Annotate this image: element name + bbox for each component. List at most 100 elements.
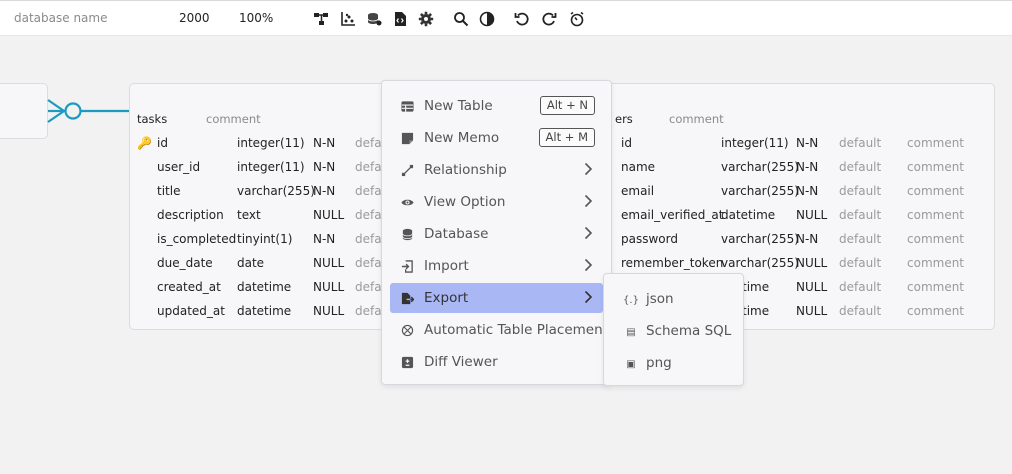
column-name[interactable]: email bbox=[621, 184, 654, 198]
table-column-row[interactable]: id integer(11) N-N default comment bbox=[601, 136, 994, 160]
menu-item-new-table[interactable]: New Table Alt + N bbox=[390, 91, 603, 121]
column-name[interactable]: updated_at bbox=[157, 304, 225, 318]
column-type[interactable]: integer(11) bbox=[721, 136, 789, 150]
table-name[interactable]: tasks bbox=[137, 112, 167, 126]
table-column-row[interactable]: user_id integer(11) N-N defau bbox=[130, 160, 389, 184]
column-comment[interactable]: comment bbox=[907, 280, 964, 294]
contrast-icon[interactable] bbox=[478, 10, 496, 28]
column-comment[interactable]: comment bbox=[907, 160, 964, 174]
database-icon[interactable] bbox=[365, 10, 383, 28]
column-comment[interactable]: comment bbox=[907, 304, 964, 318]
column-nullable[interactable]: NULL bbox=[796, 280, 827, 294]
table-column-row[interactable]: name varchar(255) N-N default comment bbox=[601, 160, 994, 184]
column-nullable[interactable]: N-N bbox=[313, 136, 335, 150]
table-column-row[interactable]: title varchar(255) N-N defau bbox=[130, 184, 389, 208]
column-nullable[interactable]: NULL bbox=[796, 208, 827, 222]
timer-icon[interactable] bbox=[568, 10, 586, 28]
column-default[interactable]: default bbox=[839, 256, 881, 270]
column-nullable[interactable]: NULL bbox=[313, 280, 344, 294]
table-column-row[interactable]: email varchar(255) N-N default comment bbox=[601, 184, 994, 208]
column-default[interactable]: default bbox=[839, 136, 881, 150]
table-column-row[interactable]: description text NULL defau bbox=[130, 208, 389, 232]
table-column-row[interactable]: is_completed tinyint(1) N-N defau bbox=[130, 232, 389, 256]
undo-icon[interactable] bbox=[513, 10, 531, 28]
menu-item-view-option[interactable]: View Option bbox=[390, 187, 603, 217]
table-column-row[interactable]: email_verified_at datetime NULL default comm… bbox=[601, 208, 994, 232]
column-default[interactable]: default bbox=[839, 280, 881, 294]
search-icon[interactable] bbox=[452, 10, 470, 28]
export-schema-sql[interactable]: ▤ Schema SQL bbox=[612, 316, 735, 346]
column-default[interactable]: default bbox=[839, 304, 881, 318]
column-name[interactable]: due_date bbox=[157, 256, 213, 270]
column-default[interactable]: default bbox=[839, 232, 881, 246]
canvas-size-input[interactable]: 2000 bbox=[179, 11, 210, 25]
menu-item-new-memo[interactable]: New Memo Alt + M bbox=[390, 123, 603, 153]
menu-item-automatic-table-placement[interactable]: Automatic Table Placement bbox=[390, 315, 608, 345]
column-name[interactable]: title bbox=[157, 184, 180, 198]
column-name[interactable]: user_id bbox=[157, 160, 200, 174]
column-comment[interactable]: comment bbox=[907, 256, 964, 270]
column-type[interactable]: text bbox=[237, 208, 261, 222]
column-comment[interactable]: comment bbox=[907, 208, 964, 222]
column-type[interactable]: integer(11) bbox=[237, 136, 305, 150]
column-type[interactable]: datetime bbox=[721, 208, 775, 222]
gear-icon[interactable] bbox=[417, 10, 435, 28]
column-type[interactable]: varchar(255) bbox=[721, 160, 799, 174]
table-column-row[interactable]: due_date date NULL defau bbox=[130, 256, 389, 280]
column-type[interactable]: integer(11) bbox=[237, 160, 305, 174]
column-nullable[interactable]: N-N bbox=[313, 160, 335, 174]
relationship-tree-icon[interactable] bbox=[312, 10, 330, 28]
column-nullable[interactable]: NULL bbox=[313, 256, 344, 270]
table-column-row[interactable]: created_at datetime NULL defau bbox=[130, 280, 389, 304]
column-nullable[interactable]: N-N bbox=[313, 184, 335, 198]
column-default[interactable]: default bbox=[839, 184, 881, 198]
column-type[interactable]: datetime bbox=[237, 304, 291, 318]
column-nullable[interactable]: NULL bbox=[313, 304, 344, 318]
table-column-row[interactable]: updated_at datetime NULL defau bbox=[130, 304, 389, 328]
column-comment[interactable]: comment bbox=[907, 232, 964, 246]
column-type[interactable]: time bbox=[742, 304, 769, 318]
column-type[interactable]: datetime bbox=[237, 280, 291, 294]
export-png[interactable]: ▣ png bbox=[612, 348, 735, 378]
table-comment[interactable]: comment bbox=[669, 112, 724, 126]
column-type[interactable]: varchar(255) bbox=[721, 184, 799, 198]
export-json[interactable]: {.} json bbox=[612, 284, 735, 314]
menu-item-diff-viewer[interactable]: Diff Viewer bbox=[390, 347, 603, 377]
column-type[interactable]: time bbox=[742, 280, 769, 294]
menu-item-export[interactable]: Export bbox=[390, 283, 603, 313]
table-comment[interactable]: comment bbox=[206, 112, 261, 126]
column-nullable[interactable]: N-N bbox=[796, 160, 818, 174]
column-name[interactable]: is_completed bbox=[157, 232, 236, 246]
menu-item-relationship[interactable]: Relationship bbox=[390, 155, 603, 185]
column-nullable[interactable]: NULL bbox=[796, 304, 827, 318]
column-type[interactable]: varchar(255) bbox=[237, 184, 315, 198]
column-comment[interactable]: comment bbox=[907, 136, 964, 150]
table-column-row[interactable]: 🔑 id integer(11) N-N defau bbox=[130, 136, 389, 160]
offscreen-table[interactable] bbox=[0, 83, 48, 139]
column-name[interactable]: name bbox=[621, 160, 655, 174]
table-tasks[interactable]: tasks comment 🔑 id integer(11) N-N defau user… bbox=[129, 83, 389, 330]
column-name[interactable]: id bbox=[157, 136, 168, 150]
column-nullable[interactable]: N-N bbox=[796, 136, 818, 150]
column-default[interactable]: default bbox=[839, 160, 881, 174]
column-name[interactable]: email_verified_at bbox=[621, 208, 723, 222]
column-nullable[interactable]: N-N bbox=[796, 232, 818, 246]
column-type[interactable]: date bbox=[237, 256, 264, 270]
scatter-chart-icon[interactable] bbox=[339, 10, 357, 28]
menu-item-database[interactable]: Database bbox=[390, 219, 603, 249]
column-comment[interactable]: comment bbox=[907, 184, 964, 198]
redo-icon[interactable] bbox=[540, 10, 558, 28]
column-name[interactable]: description bbox=[157, 208, 224, 222]
column-name[interactable]: created_at bbox=[157, 280, 221, 294]
zoom-input[interactable]: 100% bbox=[239, 11, 273, 25]
column-name[interactable]: remember_token bbox=[621, 256, 723, 270]
column-type[interactable]: varchar(255) bbox=[721, 232, 799, 246]
table-column-row[interactable]: password varchar(255) N-N default comment bbox=[601, 232, 994, 256]
column-nullable[interactable]: NULL bbox=[313, 208, 344, 222]
column-default[interactable]: default bbox=[839, 208, 881, 222]
code-file-icon[interactable] bbox=[391, 10, 409, 28]
database-name-input[interactable]: database name bbox=[14, 11, 107, 25]
column-name[interactable]: password bbox=[621, 232, 678, 246]
column-nullable[interactable]: N-N bbox=[313, 232, 335, 246]
menu-item-import[interactable]: Import bbox=[390, 251, 603, 281]
